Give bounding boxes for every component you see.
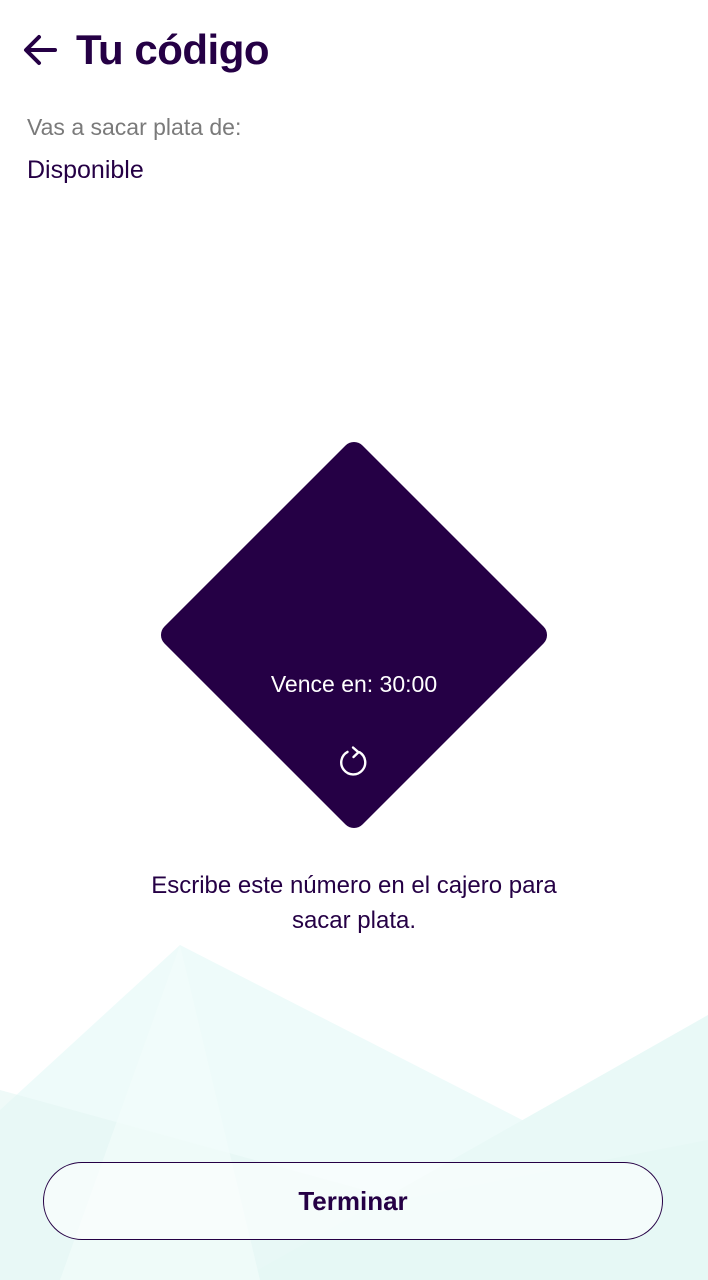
source-label: Vas a sacar plata de: <box>27 114 242 140</box>
expiry-countdown: Vence en: 30:00 <box>270 671 438 697</box>
instructions-line-2: sacar plata. <box>291 907 417 934</box>
refresh-code-button[interactable] <box>334 742 374 782</box>
top-app-bar: Tu código <box>22 22 270 78</box>
page-title: Tu código <box>76 26 270 73</box>
instructions-line-1: Escribe este número en el cajero para <box>151 872 557 899</box>
code-card: Vence en: 30:00 <box>155 436 553 834</box>
source-account: Disponible <box>27 156 144 184</box>
instructions-text: Escribe este número en el cajero para sa… <box>104 868 604 938</box>
arrow-left-icon <box>24 35 57 65</box>
finish-button[interactable]: Terminar <box>43 1162 663 1240</box>
back-button[interactable] <box>22 22 62 78</box>
refresh-icon <box>340 746 367 776</box>
